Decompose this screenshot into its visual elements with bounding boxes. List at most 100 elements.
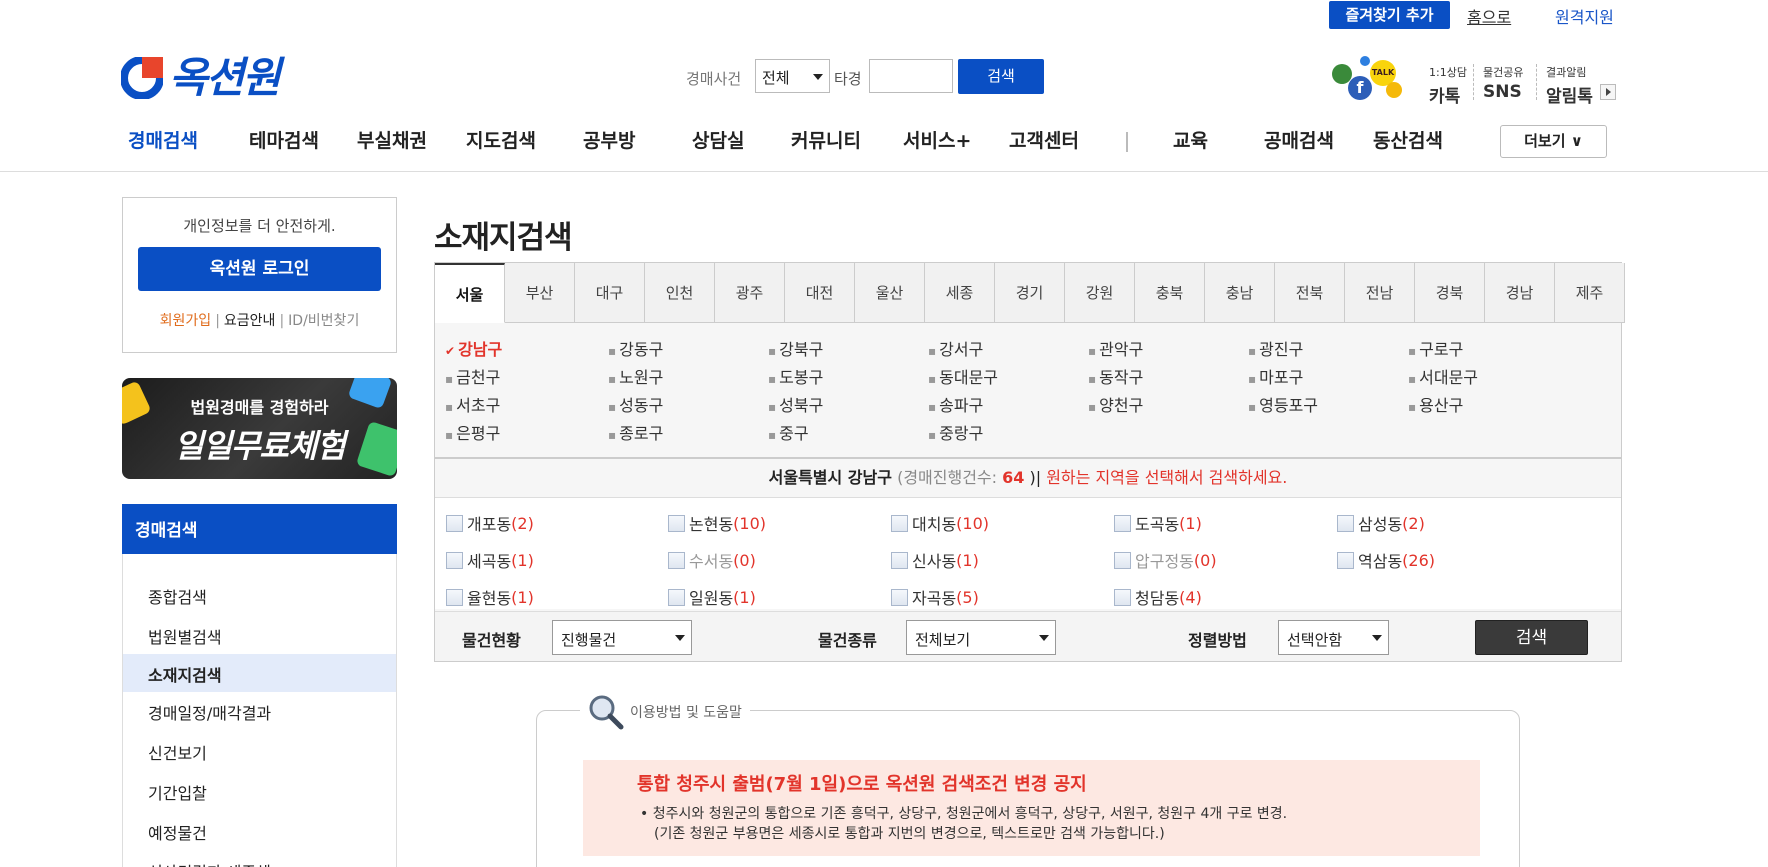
- add-favorite-button[interactable]: 즐겨찾기 추가: [1329, 1, 1450, 29]
- checkbox-icon[interactable]: [446, 551, 463, 569]
- tab-gyeongnam[interactable]: 경남: [1485, 263, 1555, 323]
- dong-checkbox[interactable]: 일원동 (1): [668, 585, 756, 609]
- filter-search-button[interactable]: 검색: [1475, 620, 1588, 655]
- nav-customer-center[interactable]: 고객센터: [1009, 126, 1079, 153]
- district-item[interactable]: ▪ 용산구: [1408, 392, 1463, 416]
- side-item-new-cases[interactable]: 신건보기: [123, 732, 396, 770]
- site-logo[interactable]: 옥션원: [120, 56, 281, 100]
- case-type-select[interactable]: 전체: [755, 59, 830, 93]
- result-alert[interactable]: 결과알림 알림톡: [1546, 64, 1593, 107]
- dong-checkbox[interactable]: 논현동 (10): [668, 511, 766, 535]
- district-item[interactable]: ▪ 노원구: [608, 364, 663, 388]
- nav-theme-search[interactable]: 테마검색: [249, 126, 319, 153]
- nav-study[interactable]: 공부방: [583, 126, 635, 153]
- tab-ulsan[interactable]: 울산: [855, 263, 925, 323]
- checkbox-icon[interactable]: [668, 514, 685, 532]
- district-item[interactable]: ▪ 광진구: [1248, 336, 1303, 360]
- side-item-more[interactable]: 신사건결과 세종체: [123, 851, 396, 867]
- district-item[interactable]: ▪ 금천구: [445, 364, 500, 388]
- social-icons-cluster[interactable]: f TALK: [1330, 56, 1410, 104]
- tab-gyeongbuk[interactable]: 경북: [1415, 263, 1485, 323]
- social-next-arrow-icon[interactable]: [1600, 84, 1616, 100]
- checkbox-icon[interactable]: [891, 551, 908, 569]
- dong-checkbox[interactable]: 압구정동 (0): [1114, 548, 1217, 572]
- side-item-schedule[interactable]: 경매일정/매각결과: [123, 692, 396, 730]
- checkbox-icon[interactable]: [446, 588, 463, 606]
- checkbox-icon[interactable]: [668, 588, 685, 606]
- checkbox-icon[interactable]: [1114, 514, 1131, 532]
- checkbox-icon[interactable]: [891, 588, 908, 606]
- dong-checkbox[interactable]: 신사동 (1): [891, 548, 979, 572]
- nav-education[interactable]: 교육: [1173, 126, 1208, 153]
- login-button[interactable]: 옥션원 로그인: [138, 247, 381, 291]
- dong-checkbox[interactable]: 율현동 (1): [446, 585, 534, 609]
- side-item-court-search[interactable]: 법원별검색: [123, 616, 396, 654]
- dong-checkbox[interactable]: 수서동 (0): [668, 548, 756, 572]
- district-item[interactable]: ▪ 서대문구: [1408, 364, 1478, 388]
- tab-jeonnam[interactable]: 전남: [1345, 263, 1415, 323]
- district-item[interactable]: ▪ 동대문구: [928, 364, 998, 388]
- district-item[interactable]: ▪ 강동구: [608, 336, 663, 360]
- side-item-period-bid[interactable]: 기간입찰: [123, 772, 396, 810]
- home-link[interactable]: 홈으로: [1467, 4, 1511, 28]
- checkbox-icon[interactable]: [1337, 514, 1354, 532]
- status-select[interactable]: 진행물건: [552, 620, 692, 655]
- dong-checkbox[interactable]: 삼성동 (2): [1337, 511, 1425, 535]
- district-item[interactable]: ▪ 구로구: [1408, 336, 1463, 360]
- nav-community[interactable]: 커뮤니티: [791, 126, 861, 153]
- tab-gwangju[interactable]: 광주: [715, 263, 785, 323]
- checkbox-icon[interactable]: [1114, 551, 1131, 569]
- tagyeong-input[interactable]: [869, 59, 953, 93]
- tab-gyeonggi[interactable]: 경기: [995, 263, 1065, 323]
- district-item[interactable]: ▪ 중구: [768, 420, 809, 444]
- checkbox-icon[interactable]: [891, 514, 908, 532]
- district-item[interactable]: ▪ 양천구: [1088, 392, 1143, 416]
- checkbox-icon[interactable]: [446, 514, 463, 532]
- nav-consult[interactable]: 상담실: [692, 126, 744, 153]
- kind-select[interactable]: 전체보기: [906, 620, 1056, 655]
- dong-checkbox[interactable]: 청담동 (4): [1114, 585, 1202, 609]
- tab-incheon[interactable]: 인천: [645, 263, 715, 323]
- nav-movable-search[interactable]: 동산검색: [1373, 126, 1443, 153]
- dong-checkbox[interactable]: 자곡동 (5): [891, 585, 979, 609]
- free-trial-banner[interactable]: 법원경매를 경험하라 일일무료체험: [122, 378, 397, 479]
- checkbox-icon[interactable]: [1114, 588, 1131, 606]
- more-button[interactable]: 더보기 ∨: [1500, 125, 1607, 158]
- nav-service[interactable]: 서비스+: [903, 126, 971, 153]
- tab-jeju[interactable]: 제주: [1555, 263, 1625, 323]
- district-item[interactable]: ▪ 성동구: [608, 392, 663, 416]
- district-item[interactable]: ▪ 종로구: [608, 420, 663, 444]
- tab-chungbuk[interactable]: 충북: [1135, 263, 1205, 323]
- district-item[interactable]: ▪ 중랑구: [928, 420, 983, 444]
- district-item[interactable]: ▪ 강서구: [928, 336, 983, 360]
- district-item[interactable]: ▪ 서초구: [445, 392, 500, 416]
- district-item[interactable]: ▪ 은평구: [445, 420, 500, 444]
- nav-npl[interactable]: 부실채권: [357, 126, 427, 153]
- tab-seoul[interactable]: 서울: [435, 263, 505, 323]
- side-item-integrated-search[interactable]: 종합검색: [123, 576, 396, 614]
- side-item-location-search[interactable]: 소재지검색: [123, 654, 396, 692]
- district-item[interactable]: ▪ 동작구: [1088, 364, 1143, 388]
- kakao-consult[interactable]: 1:1상담 카톡: [1429, 64, 1467, 107]
- header-search-button[interactable]: 검색: [958, 59, 1044, 94]
- tab-sejong[interactable]: 세종: [925, 263, 995, 323]
- nav-map-search[interactable]: 지도검색: [466, 126, 536, 153]
- dong-checkbox[interactable]: 대치동 (10): [891, 511, 989, 535]
- tab-jeonbuk[interactable]: 전북: [1275, 263, 1345, 323]
- district-item[interactable]: ▪ 영등포구: [1248, 392, 1318, 416]
- district-item[interactable]: ▪ 도봉구: [768, 364, 823, 388]
- district-item[interactable]: ▪ 마포구: [1248, 364, 1303, 388]
- tab-chungnam[interactable]: 충남: [1205, 263, 1275, 323]
- district-item[interactable]: ▪ 성북구: [768, 392, 823, 416]
- checkbox-icon[interactable]: [1337, 551, 1354, 569]
- district-item[interactable]: ▪ 송파구: [928, 392, 983, 416]
- tab-daejeon[interactable]: 대전: [785, 263, 855, 323]
- sort-select[interactable]: 선택안함: [1278, 620, 1389, 655]
- remote-support-link[interactable]: 원격지원: [1555, 4, 1614, 28]
- sns-share[interactable]: 물건공유 SNS: [1483, 64, 1523, 102]
- dong-checkbox[interactable]: 역삼동 (26): [1337, 548, 1435, 572]
- side-item-upcoming[interactable]: 예정물건: [123, 812, 396, 850]
- nav-auction-search[interactable]: 경매검색: [128, 126, 198, 153]
- dong-checkbox[interactable]: 개포동 (2): [446, 511, 534, 535]
- tab-daegu[interactable]: 대구: [575, 263, 645, 323]
